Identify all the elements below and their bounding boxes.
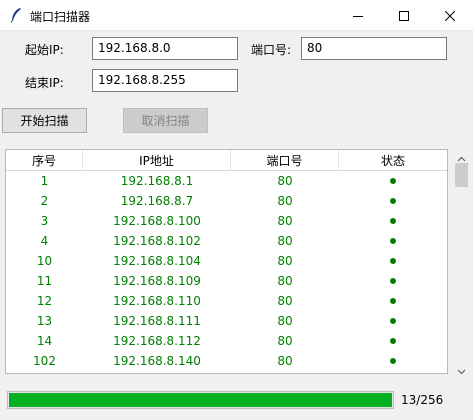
column-header-seq[interactable]: 序号 <box>6 150 83 171</box>
cell-port: 80 <box>277 314 293 328</box>
table-row[interactable]: 11 192.168.8.109 80 <box>6 271 447 291</box>
feather-icon <box>9 7 23 23</box>
status-dot-icon <box>390 218 396 224</box>
maximize-button[interactable] <box>381 0 427 31</box>
cell-status <box>339 291 447 311</box>
cell-seq: 1 <box>40 174 49 188</box>
start-scan-button[interactable]: 开始扫描 <box>2 108 87 133</box>
scroll-thumb[interactable] <box>455 163 468 187</box>
table-row[interactable]: 2 192.168.8.7 80 <box>6 191 447 211</box>
cell-status <box>339 331 447 351</box>
cell-seq: 11 <box>36 274 53 288</box>
status-dot-icon <box>390 358 396 364</box>
status-dot-icon <box>390 318 396 324</box>
table-body: 1 192.168.8.1 80 2 192.168.8.7 80 3 192.… <box>6 171 447 371</box>
status-dot-icon <box>390 278 396 284</box>
cell-seq: 4 <box>40 234 49 248</box>
cell-seq: 102 <box>33 354 56 368</box>
scroll-down-button[interactable] <box>453 362 470 379</box>
close-icon <box>445 10 455 21</box>
progress-fill <box>9 393 392 407</box>
cell-port: 80 <box>277 174 293 188</box>
cell-port: 80 <box>277 274 293 288</box>
cell-status <box>339 191 447 211</box>
chevron-down-icon <box>457 364 466 378</box>
close-button[interactable] <box>427 0 473 31</box>
cell-status <box>339 351 447 371</box>
cell-ip: 192.168.8.109 <box>113 274 201 288</box>
start-ip-label: 起始IP: <box>25 43 64 57</box>
cell-port: 80 <box>277 294 293 308</box>
table-row[interactable]: 1 192.168.8.1 80 <box>6 171 447 191</box>
status-dot-icon <box>390 298 396 304</box>
cell-ip: 192.168.8.110 <box>113 294 201 308</box>
table-row[interactable]: 102 192.168.8.140 80 <box>6 351 447 371</box>
table-row[interactable]: 4 192.168.8.102 80 <box>6 231 447 251</box>
minimize-icon <box>353 11 363 21</box>
cell-port: 80 <box>277 194 293 208</box>
status-dot-icon <box>390 238 396 244</box>
cell-ip: 192.168.8.140 <box>113 354 201 368</box>
table-row[interactable]: 12 192.168.8.110 80 <box>6 291 447 311</box>
status-dot-icon <box>390 198 396 204</box>
title-bar: 端口扫描器 <box>0 0 473 31</box>
column-header-status[interactable]: 状态 <box>339 150 447 171</box>
table-scrollbar[interactable] <box>453 149 470 379</box>
cell-port: 80 <box>277 354 293 368</box>
cell-ip: 192.168.8.7 <box>120 194 194 208</box>
minimize-button[interactable] <box>335 0 381 31</box>
table-header: 序号 IP地址 端口号 状态 <box>6 150 447 171</box>
cell-port: 80 <box>277 334 293 348</box>
cell-seq: 3 <box>40 214 49 228</box>
start-ip-input[interactable]: 192.168.8.0 <box>92 37 238 60</box>
status-dot-icon <box>390 258 396 264</box>
cell-seq: 13 <box>36 314 53 328</box>
table-row[interactable]: 10 192.168.8.104 80 <box>6 251 447 271</box>
status-dot-icon <box>390 338 396 344</box>
cell-seq: 14 <box>36 334 53 348</box>
cell-seq: 12 <box>36 294 53 308</box>
cell-status <box>339 271 447 291</box>
column-header-ip[interactable]: IP地址 <box>83 150 231 171</box>
cell-ip: 192.168.8.112 <box>113 334 201 348</box>
cell-status <box>339 311 447 331</box>
port-label: 端口号: <box>251 43 292 57</box>
cell-ip: 192.168.8.102 <box>113 234 201 248</box>
cell-status <box>339 251 447 271</box>
cell-port: 80 <box>277 214 293 228</box>
table-row[interactable]: 14 192.168.8.112 80 <box>6 331 447 351</box>
status-dot-icon <box>390 178 396 184</box>
scan-progress-bar <box>7 391 394 409</box>
end-ip-input[interactable]: 192.168.8.255 <box>92 69 238 92</box>
port-input[interactable]: 80 <box>301 37 447 60</box>
cancel-scan-button[interactable]: 取消扫描 <box>123 108 208 133</box>
progress-text: 13/256 <box>401 393 444 407</box>
cell-status <box>339 171 447 191</box>
cell-status <box>339 231 447 251</box>
cell-ip: 192.168.8.104 <box>113 254 201 268</box>
window-title: 端口扫描器 <box>30 10 91 24</box>
cell-seq: 2 <box>40 194 49 208</box>
cell-port: 80 <box>277 254 293 268</box>
cell-ip: 192.168.8.100 <box>113 214 201 228</box>
table-row[interactable]: 3 192.168.8.100 80 <box>6 211 447 231</box>
table-row[interactable]: 13 192.168.8.111 80 <box>6 311 447 331</box>
column-header-port[interactable]: 端口号 <box>231 150 339 171</box>
end-ip-label: 结束IP: <box>25 76 64 90</box>
cell-ip: 192.168.8.1 <box>120 174 194 188</box>
cell-port: 80 <box>277 234 293 248</box>
cell-seq: 10 <box>36 254 53 268</box>
cell-ip: 192.168.8.111 <box>113 314 201 328</box>
cell-status <box>339 211 447 231</box>
maximize-icon <box>399 10 409 21</box>
results-table[interactable]: 序号 IP地址 端口号 状态 1 192.168.8.1 80 2 192.16… <box>5 149 448 374</box>
